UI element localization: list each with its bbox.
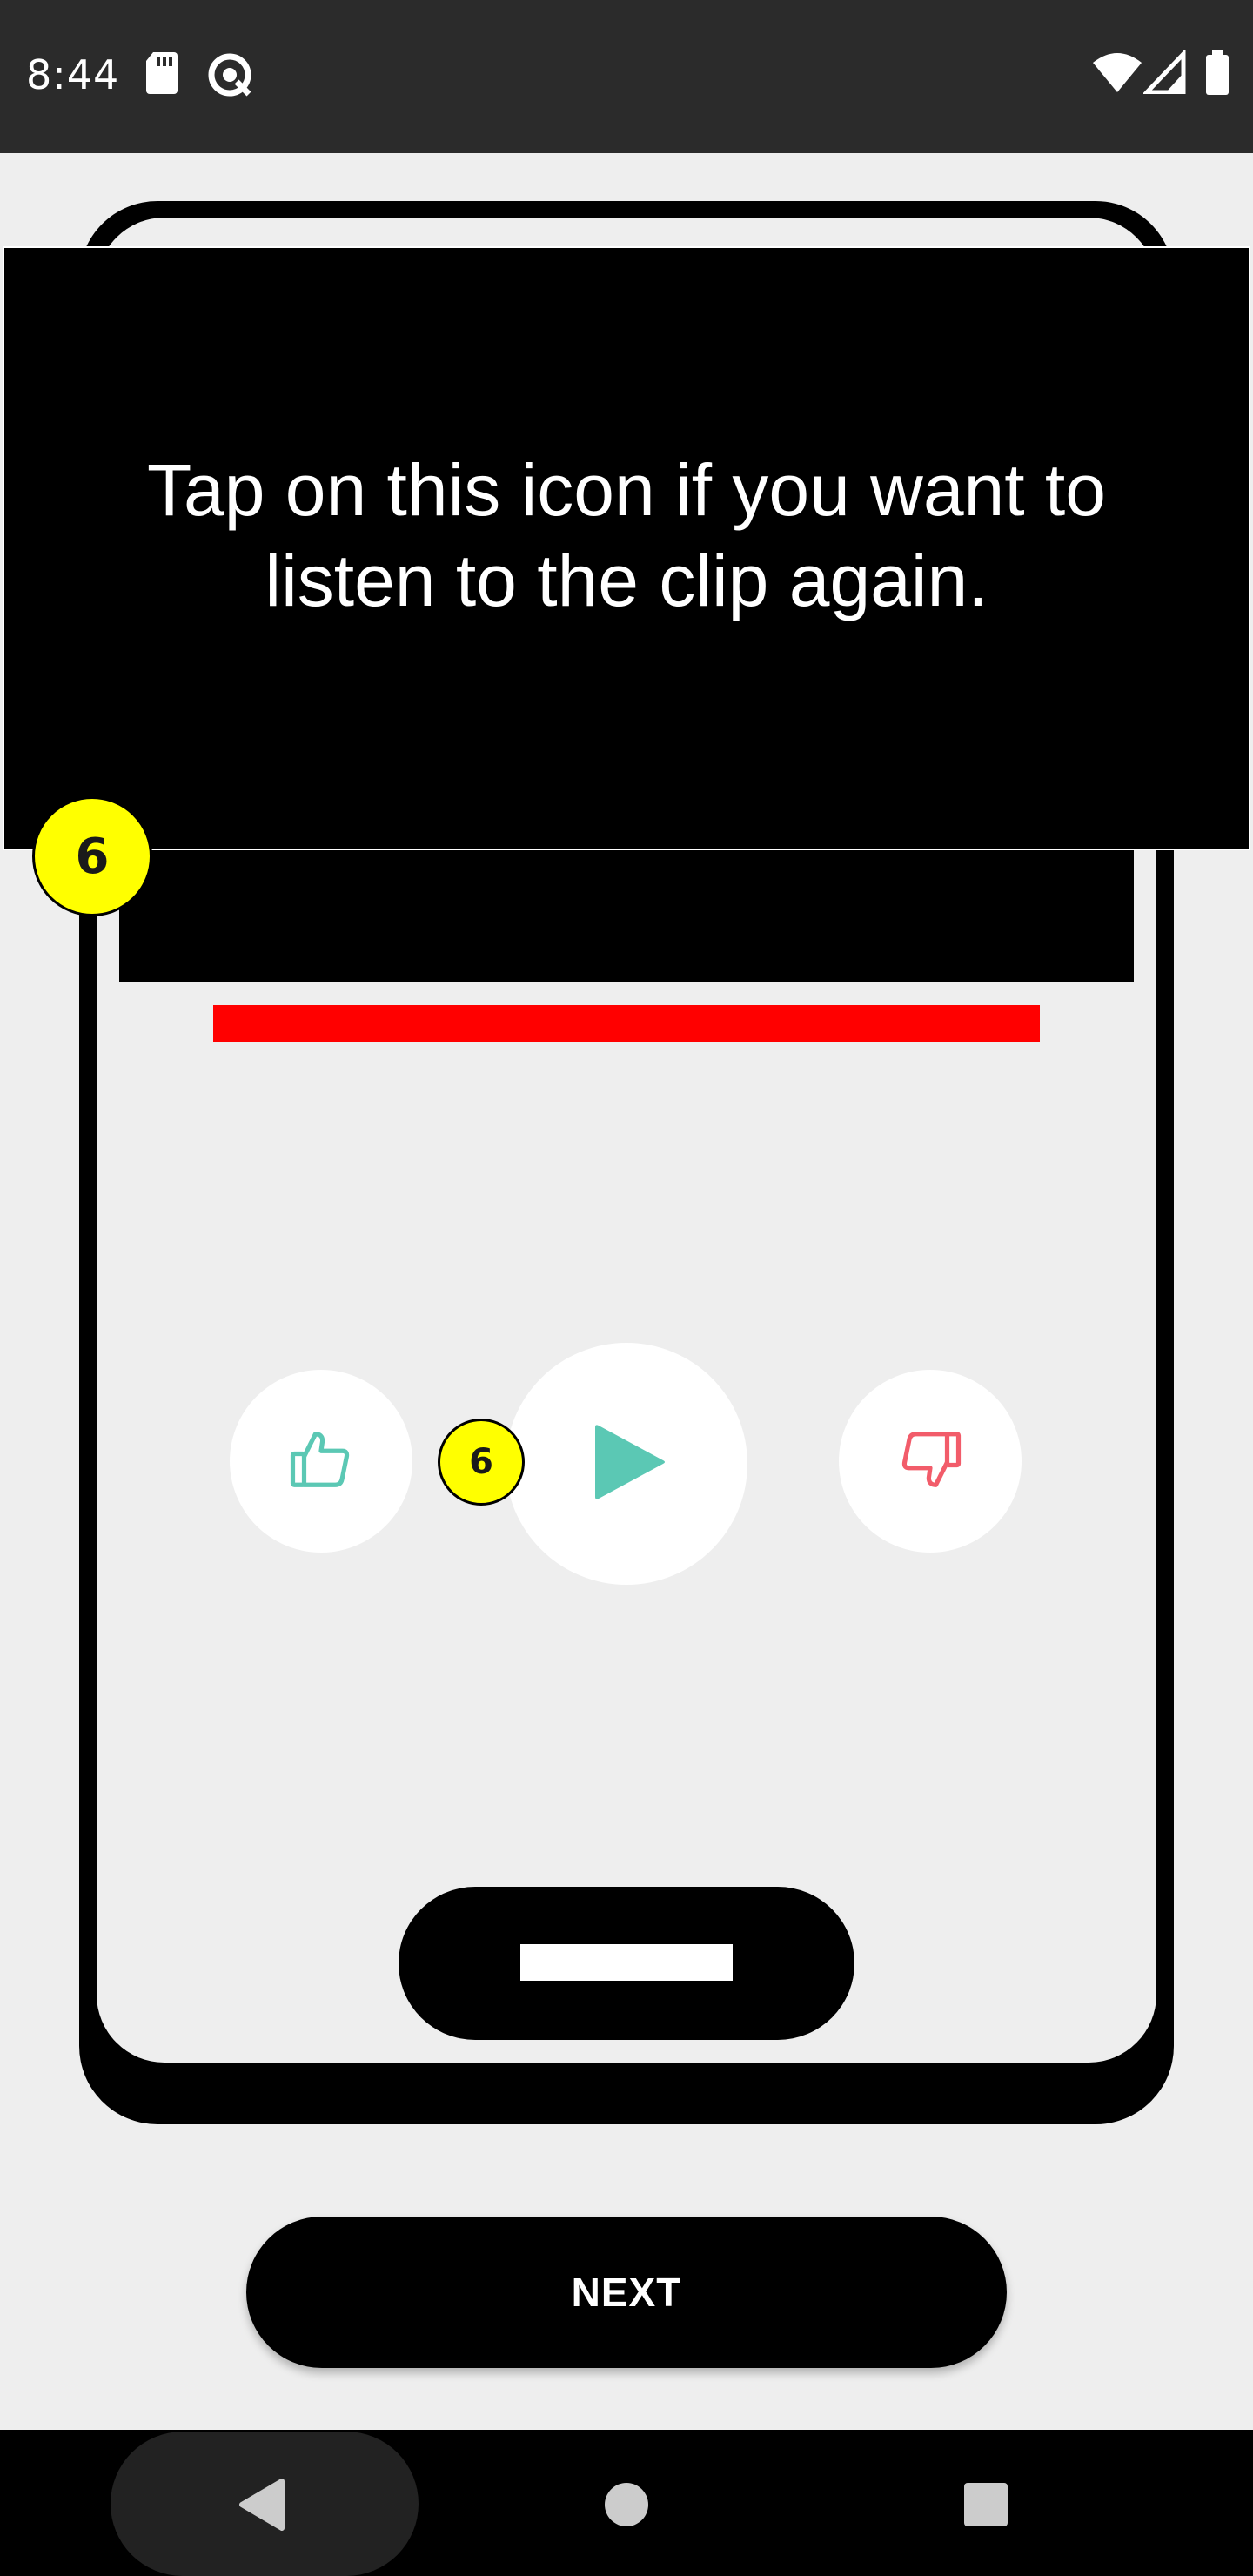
thumbs-up-icon xyxy=(287,1426,355,1498)
play-icon xyxy=(583,1419,670,1510)
wifi-icon xyxy=(1091,50,1143,98)
signal-icon xyxy=(1142,48,1187,98)
like-button[interactable] xyxy=(230,1370,412,1553)
next-button[interactable]: NEXT xyxy=(246,2217,1007,2368)
progress-bar xyxy=(213,1005,1040,1042)
back-button[interactable] xyxy=(111,2432,419,2576)
step-badge-small: 6 xyxy=(438,1419,525,1506)
thumbs-down-icon xyxy=(896,1426,964,1498)
data-saver-icon xyxy=(205,50,254,104)
home-icon[interactable] xyxy=(604,2482,649,2532)
recents-icon[interactable] xyxy=(963,2482,1008,2532)
clip-card-header xyxy=(119,849,1134,982)
tooltip-text: Tap on this icon if you want to listen t… xyxy=(147,449,1106,621)
sd-card-icon xyxy=(144,50,179,100)
status-bar: 8:44 xyxy=(0,0,1253,153)
phone-action-pill-bar xyxy=(520,1944,733,1981)
status-time: 8:44 xyxy=(26,51,120,98)
step-badge-large: 6 xyxy=(32,796,152,916)
tutorial-tooltip: Tap on this icon if you want to listen t… xyxy=(3,246,1250,850)
play-button[interactable] xyxy=(506,1343,747,1585)
battery-icon xyxy=(1204,50,1230,100)
back-icon xyxy=(237,2478,285,2536)
dislike-button[interactable] xyxy=(839,1370,1022,1553)
